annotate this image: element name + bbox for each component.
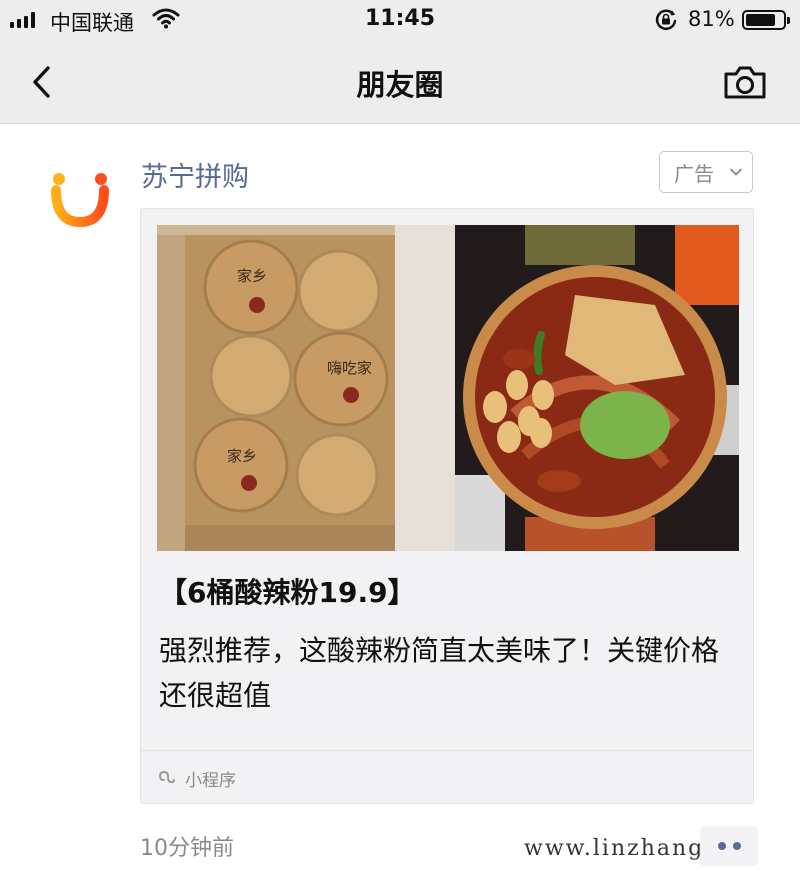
noodle-bowl-photo [455,225,739,551]
product-image: 家乡 嗨吃家 家乡 [157,225,739,551]
camera-icon[interactable] [722,62,768,102]
mini-program-icon [158,770,175,784]
svg-text:家乡: 家乡 [227,447,257,465]
more-dot-icon [717,842,726,850]
chevron-down-icon [730,168,742,176]
comment-more-button[interactable] [700,826,758,866]
svg-text:家乡: 家乡 [237,267,267,285]
advertiser-name[interactable]: 苏宁拼购 [141,155,249,194]
status-time: 11:45 [364,6,436,31]
ad-card[interactable]: 家乡 嗨吃家 家乡 【6桶酸辣粉19.9】 强烈推荐，这酸辣粉简直太美味了！关键… [140,208,754,804]
nav-bar: 朋友圈 [0,40,800,124]
mini-program-footer[interactable]: 小程序 [141,750,753,804]
mini-program-label: 小程序 [185,771,236,791]
battery-icon [742,10,790,30]
ad-label: 广告 [674,161,714,186]
post-timestamp: 10分钟前 [140,836,234,861]
ad-label-dropdown[interactable]: 广告 [659,151,753,193]
battery-level-fill [746,14,776,26]
product-box-photo: 家乡 嗨吃家 家乡 [157,225,455,551]
status-bar: 中国联通 11:45 81% [0,0,800,40]
battery-percent: 81% [688,7,735,31]
orientation-lock-icon [655,9,677,30]
advertiser-avatar[interactable] [48,168,112,232]
more-dot-icon [732,842,741,850]
card-description: 强烈推荐，这酸辣粉简直太美味了！关键价格还很超值 [159,634,720,712]
card-title: 【6桶酸辣粉19.9】 [159,576,416,609]
svg-text:嗨吃家: 嗨吃家 [327,359,372,377]
page-title: 朋友圈 [356,68,444,102]
